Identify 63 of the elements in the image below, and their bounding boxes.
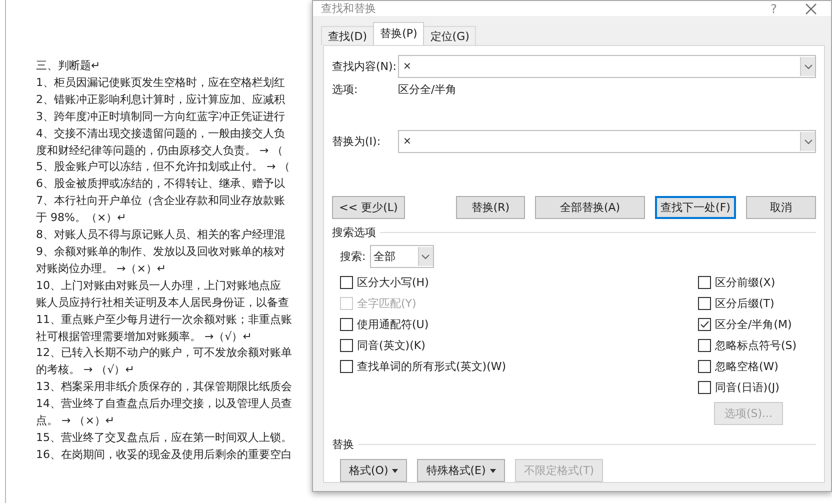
checkbox-option[interactable]: 查找单词的所有形式(英文)(W): [340, 356, 506, 377]
document-text-line: 社可根据管理需要增加对账频率。 →（√）↵: [36, 328, 253, 344]
format-button[interactable]: 格式(O): [340, 459, 408, 482]
document-text-line: 7、本行社向开户单位（含企业存款和同业存放款账: [36, 193, 286, 210]
chevron-down-icon: [804, 138, 812, 144]
find-label: 查找内容(N):: [332, 59, 398, 74]
document-text-line: 2、错账冲正影响利息计算时，应计算应加、应减积: [36, 92, 286, 108]
document-text-line: 度和财经纪律等问题的，仍由原移交人负责。 → （: [36, 142, 284, 159]
checkbox-option[interactable]: 区分大小写(H): [340, 272, 506, 293]
chevron-down-icon: [421, 254, 430, 260]
group-title: 替换: [332, 437, 354, 452]
caret-icon: [392, 468, 398, 472]
checkbox-option[interactable]: 同音(日语)(J): [698, 377, 816, 398]
tab[interactable]: 定位(G): [423, 26, 476, 45]
document-text-line: 6、股金被质押或冻结的，不得转让、继承、赠予以: [36, 176, 286, 192]
document-text-line: 于 98%。（×）↵: [36, 210, 128, 226]
window-title: 查找和替换: [321, 1, 377, 16]
document-text-line: 10、上门对账由对账员一人办理，上门对账地点应: [36, 278, 282, 294]
options-value: 区分全/半角: [398, 82, 457, 97]
chevron-down-icon: [804, 64, 812, 70]
checkmark-icon: [699, 319, 710, 330]
document-text-line: 8、对账人员不得与原记账人员、相关的客户经理混: [36, 227, 286, 244]
document-text-line: 3、跨年度冲正时填制同一方向红蓝字冲正凭证进行: [36, 108, 286, 125]
document-text-line: 三、判断题↵: [36, 58, 102, 74]
options-label: 选项:: [332, 82, 359, 97]
search-dropdown[interactable]: 全部: [370, 245, 434, 268]
checkbox-option[interactable]: 同音(英文)(K): [340, 335, 506, 356]
format-button[interactable]: 特殊格式(E): [417, 459, 505, 482]
document-text-line: 11、重点账户至少每月进行一次余额对账；非重点账: [36, 312, 293, 328]
find-field[interactable]: ×: [398, 55, 816, 78]
dialog-button[interactable]: 替换(R): [456, 196, 525, 219]
document-text-line: 账人员应持行社相关证明及本人居民身份证，以备查: [36, 294, 290, 311]
document-text-line: 的考核。 → （√）↵: [36, 362, 136, 378]
document-text-line: 9、余额对账单的制作、发放以及回收对账单的核对: [36, 244, 286, 260]
document-text-line: 点。 → （×）↵: [36, 413, 116, 430]
tab[interactable]: 查找(D): [321, 26, 374, 45]
document-text-line: 4、交接不清出现交接遗留问题的，一般由接交人负: [36, 126, 286, 142]
document-text-line: 13、档案采用非纸介质保存的，其保管期限比纸质会: [36, 379, 293, 396]
checkbox-option[interactable]: 区分前缀(X): [698, 272, 816, 293]
group-title: 搜索选项: [332, 225, 376, 240]
document-text-line: 5、股金账户可以冻结，但不允许扣划或止付。 → （: [36, 159, 292, 176]
checkbox-option[interactable]: 忽略空格(W): [698, 356, 816, 377]
replace-field[interactable]: ×: [398, 130, 816, 153]
document-text-line: 16、在岗期间，收妥的现金及使用后剩余的重要空白: [36, 446, 293, 463]
replace-label: 替换为(I):: [332, 134, 382, 149]
document-text-line: 12、已转入长期不动户的账户，可不发放余额对账单: [36, 345, 293, 362]
document-text-line: 15、营业终了交叉盘点后，应在第一时间双人上锁。: [36, 430, 293, 446]
dialog-button[interactable]: << 更少(L): [332, 196, 405, 219]
document-text-line: 对账岗位办理。 →（×）↵: [36, 260, 168, 277]
help-button[interactable]: ?: [770, 2, 777, 16]
checkbox-option[interactable]: 区分后缀(T): [698, 293, 816, 314]
close-icon[interactable]: [805, 2, 817, 14]
document-text-line: 14、营业终了自查盘点后办理交接，以及管理人员查: [36, 396, 293, 412]
dialog-button[interactable]: 全部替换(A): [535, 196, 645, 219]
dialog-button[interactable]: 取消: [746, 196, 816, 219]
checkbox-option[interactable]: 忽略标点符号(S): [698, 335, 816, 356]
checkbox-option[interactable]: 使用通配符(U): [340, 314, 506, 335]
tab[interactable]: 替换(P): [373, 22, 424, 45]
document-text-line: 1、柜员因漏记使账页发生空格时，应在空格栏划红: [36, 74, 286, 91]
checkbox-option[interactable]: 区分全/半角(M): [698, 314, 816, 335]
caret-icon: [490, 468, 496, 472]
dialog-button[interactable]: 查找下一处(F): [655, 196, 736, 219]
search-label: 搜索:: [340, 249, 366, 264]
